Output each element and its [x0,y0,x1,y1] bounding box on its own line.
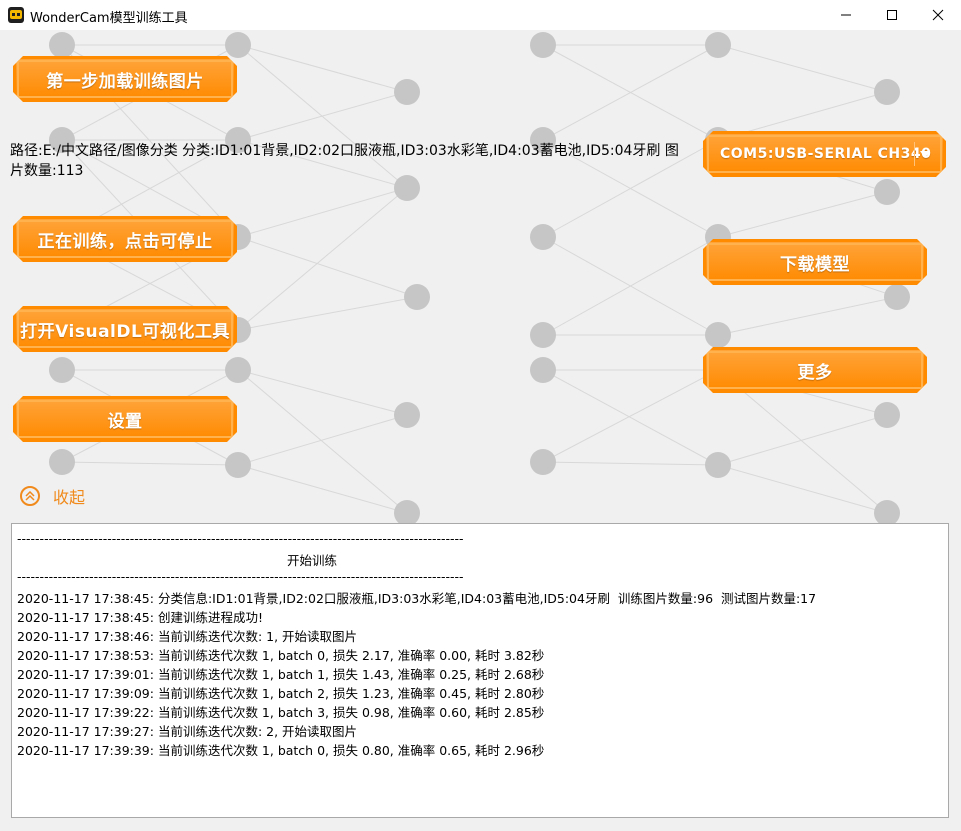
log-separator: ----------------------------------------… [17,531,464,546]
app-logo-icon [8,7,24,23]
collapse-label: 收起 [53,488,86,507]
training-log[interactable]: ----------------------------------------… [11,523,949,818]
close-icon [932,9,944,21]
more-button[interactable]: 更多 [703,347,927,393]
log-line: 2020-11-17 17:38:53: 当前训练迭代次数 1, batch 0… [17,648,545,663]
log-line: 2020-11-17 17:39:09: 当前训练迭代次数 1, batch 2… [17,686,545,701]
collapse-toggle[interactable]: 收起 [20,484,85,508]
log-header: 开始训练 [286,553,337,568]
log-line: 2020-11-17 17:39:27: 当前训练迭代次数: 2, 开始读取图片 [17,724,358,739]
log-line: 2020-11-17 17:39:39: 当前训练迭代次数 1, batch 0… [17,743,545,758]
log-line: 2020-11-17 17:38:46: 当前训练迭代次数: 1, 开始读取图片 [17,629,358,644]
dataset-info: 路径:E:/中文路径/图像分类 分类:ID1:01背景,ID2:02口服液瓶,I… [10,143,679,179]
dropdown-arrow-icon[interactable] [914,142,935,166]
double-chevron-up-icon [20,486,40,506]
settings-button[interactable]: 设置 [13,396,237,442]
stop-training-button[interactable]: 正在训练，点击可停止 [13,216,237,262]
log-separator: ----------------------------------------… [17,569,464,584]
maximize-icon [887,10,897,20]
open-visualdl-button[interactable]: 打开VisualDL可视化工具 [13,306,237,352]
load-images-button[interactable]: 第一步加载训练图片 [13,56,237,102]
log-line: 2020-11-17 17:39:01: 当前训练迭代次数 1, batch 1… [17,667,545,682]
log-line: 2020-11-17 17:38:45: 创建训练进程成功! [17,610,263,625]
minimize-button[interactable] [823,0,869,30]
minimize-icon [841,14,851,16]
window-title: WonderCam模型训练工具 [30,11,188,26]
download-model-button[interactable]: 下载模型 [703,239,927,285]
close-button[interactable] [915,0,961,30]
title-bar: WonderCam模型训练工具 [0,0,961,30]
log-line: 2020-11-17 17:39:22: 当前训练迭代次数 1, batch 3… [17,705,545,720]
log-line: 2020-11-17 17:38:45: 分类信息:ID1:01背景,ID2:0… [17,591,817,606]
serial-port-value: COM5:USB-SERIAL CH340 [720,146,932,162]
maximize-button[interactable] [869,0,915,30]
serial-port-select[interactable]: COM5:USB-SERIAL CH340 [703,131,946,177]
